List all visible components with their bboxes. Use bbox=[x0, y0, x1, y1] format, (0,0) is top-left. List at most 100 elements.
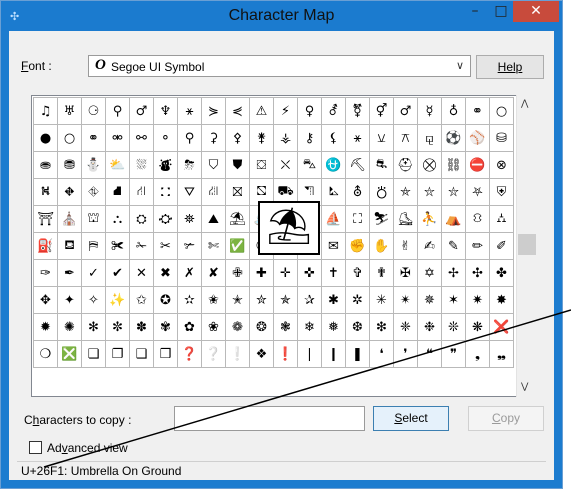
character-cell[interactable]: ♆ bbox=[153, 97, 178, 125]
character-cell[interactable]: ⚦ bbox=[321, 97, 346, 125]
character-cell[interactable]: ♅ bbox=[57, 97, 82, 125]
character-cell[interactable]: ❊ bbox=[441, 313, 466, 341]
character-cell[interactable]: ⛖ bbox=[57, 178, 82, 206]
character-cell[interactable]: ✶ bbox=[441, 286, 466, 314]
character-cell[interactable]: ✜ bbox=[297, 259, 322, 287]
character-cell[interactable]: ✽ bbox=[129, 313, 154, 341]
character-cell[interactable]: ❋ bbox=[465, 313, 490, 341]
character-cell[interactable]: ⛹ bbox=[417, 205, 442, 233]
character-cell[interactable]: ✉ bbox=[321, 232, 346, 260]
character-cell[interactable]: ⛽ bbox=[33, 232, 58, 260]
character-cell[interactable]: ✁ bbox=[129, 232, 154, 260]
scroll-up-icon[interactable]: ⋀ bbox=[521, 99, 528, 109]
character-cell[interactable]: ⚭ bbox=[465, 97, 490, 125]
character-cell[interactable]: ○ bbox=[57, 124, 82, 152]
character-cell[interactable]: ✤ bbox=[489, 259, 514, 287]
character-cell[interactable]: ⛔ bbox=[465, 151, 490, 179]
character-cell[interactable]: ✛ bbox=[273, 259, 298, 287]
character-cell[interactable]: ⛸ bbox=[393, 205, 418, 233]
character-cell[interactable]: ⋞ bbox=[225, 97, 250, 125]
character-cell[interactable]: ✟ bbox=[369, 259, 394, 287]
character-cell[interactable]: ⚶ bbox=[273, 124, 298, 152]
character-cell[interactable]: ⛾ bbox=[57, 232, 82, 260]
character-cell[interactable]: ⛉ bbox=[201, 151, 226, 179]
character-cell[interactable]: ⛓ bbox=[441, 151, 466, 179]
character-cell[interactable]: ⋟ bbox=[201, 97, 226, 125]
character-cell[interactable]: ✖ bbox=[153, 259, 178, 287]
character-cell[interactable]: ⛒ bbox=[417, 151, 442, 179]
character-cell[interactable]: ✋ bbox=[369, 232, 394, 260]
character-cell[interactable]: ⛁ bbox=[489, 124, 514, 152]
character-cell[interactable]: ✣ bbox=[465, 259, 490, 287]
character-cell[interactable]: ❑ bbox=[129, 340, 154, 368]
character-cell[interactable]: ✧ bbox=[81, 286, 106, 314]
character-cell[interactable]: ⚻ bbox=[393, 124, 418, 152]
character-cell[interactable]: ❒ bbox=[153, 340, 178, 368]
character-cell[interactable]: ❇ bbox=[369, 313, 394, 341]
character-cell[interactable]: ✾ bbox=[153, 313, 178, 341]
character-cell[interactable]: ❀ bbox=[201, 313, 226, 341]
character-cell[interactable]: ✙ bbox=[225, 259, 250, 287]
character-cell[interactable]: ❁ bbox=[225, 313, 250, 341]
character-cell[interactable]: ❎ bbox=[57, 340, 82, 368]
character-cell[interactable]: ✴ bbox=[393, 286, 418, 314]
character-cell[interactable]: ⚷ bbox=[297, 124, 322, 152]
character-cell[interactable]: ⚽ bbox=[441, 124, 466, 152]
character-cell[interactable]: ✅ bbox=[225, 232, 250, 260]
character-cell[interactable]: ⊗ bbox=[489, 151, 514, 179]
character-cell[interactable]: ⛐ bbox=[369, 151, 394, 179]
character-cell[interactable]: ⛰ bbox=[201, 205, 226, 233]
character-cell[interactable]: ⚧ bbox=[345, 97, 370, 125]
character-cell[interactable]: ○ bbox=[489, 97, 514, 125]
character-cell[interactable]: ✰ bbox=[297, 286, 322, 314]
character-cell[interactable]: ⛬ bbox=[105, 205, 130, 233]
character-cell[interactable]: ⛝ bbox=[225, 178, 250, 206]
character-cell[interactable]: ⛻ bbox=[465, 205, 490, 233]
character-cell[interactable]: ✱ bbox=[321, 286, 346, 314]
character-cell[interactable]: ⛜ bbox=[201, 178, 226, 206]
character-cell[interactable]: ⚯ bbox=[129, 124, 154, 152]
character-cell[interactable]: ❠ bbox=[489, 340, 514, 368]
character-cell[interactable]: ✨ bbox=[105, 286, 130, 314]
character-cell[interactable]: ✭ bbox=[225, 286, 250, 314]
character-cell[interactable]: ✺ bbox=[57, 313, 82, 341]
character-cell[interactable]: ⛺ bbox=[441, 205, 466, 233]
character-cell[interactable]: ⚹ bbox=[345, 124, 370, 152]
character-cell[interactable]: ❍ bbox=[33, 340, 58, 368]
character-cell[interactable]: ✔ bbox=[105, 259, 130, 287]
character-cell[interactable]: ⛿ bbox=[81, 232, 106, 260]
character-cell[interactable]: ✥ bbox=[33, 286, 58, 314]
character-cell[interactable]: ✸ bbox=[489, 286, 514, 314]
character-cell[interactable]: ⛕ bbox=[33, 178, 58, 206]
close-button[interactable]: ✕ bbox=[513, 1, 559, 22]
character-cell[interactable]: ❕ bbox=[225, 340, 250, 368]
scroll-down-icon[interactable]: ⋁ bbox=[521, 382, 528, 392]
advanced-view-checkbox[interactable] bbox=[29, 441, 42, 454]
character-cell[interactable]: ⛛ bbox=[177, 178, 202, 206]
character-cell[interactable]: ❗ bbox=[273, 340, 298, 368]
character-cell[interactable]: ● bbox=[33, 124, 58, 152]
character-cell[interactable]: ✞ bbox=[345, 259, 370, 287]
character-cell[interactable]: ⛂ bbox=[33, 151, 58, 179]
character-cell[interactable]: ✏ bbox=[465, 232, 490, 260]
character-cell[interactable]: ⛗ bbox=[81, 178, 106, 206]
character-cell[interactable]: ❂ bbox=[249, 313, 274, 341]
character-cell[interactable]: ⚮ bbox=[105, 124, 130, 152]
character-cell[interactable]: ⛊ bbox=[225, 151, 250, 179]
character-cell[interactable]: ⛨ bbox=[489, 178, 514, 206]
character-cell[interactable]: ⛣ bbox=[369, 178, 394, 206]
character-cell[interactable]: ⛤ bbox=[393, 178, 418, 206]
minimize-button[interactable]: – bbox=[462, 1, 488, 22]
character-cell[interactable]: ✿ bbox=[177, 313, 202, 341]
character-cell[interactable]: ⚡ bbox=[273, 97, 298, 125]
character-cell[interactable]: ⚠ bbox=[249, 97, 274, 125]
character-cell[interactable]: ⚾ bbox=[465, 124, 490, 152]
character-cell[interactable]: ✒ bbox=[57, 259, 82, 287]
help-button[interactable]: Help bbox=[476, 55, 544, 79]
character-cell[interactable]: ♁ bbox=[441, 97, 466, 125]
character-cell[interactable]: ⚆ bbox=[81, 97, 106, 125]
character-cell[interactable]: ⛇ bbox=[153, 151, 178, 179]
character-cell[interactable]: ✂ bbox=[153, 232, 178, 260]
character-cell[interactable]: ✦ bbox=[57, 286, 82, 314]
character-cell[interactable]: ⛅ bbox=[105, 151, 130, 179]
